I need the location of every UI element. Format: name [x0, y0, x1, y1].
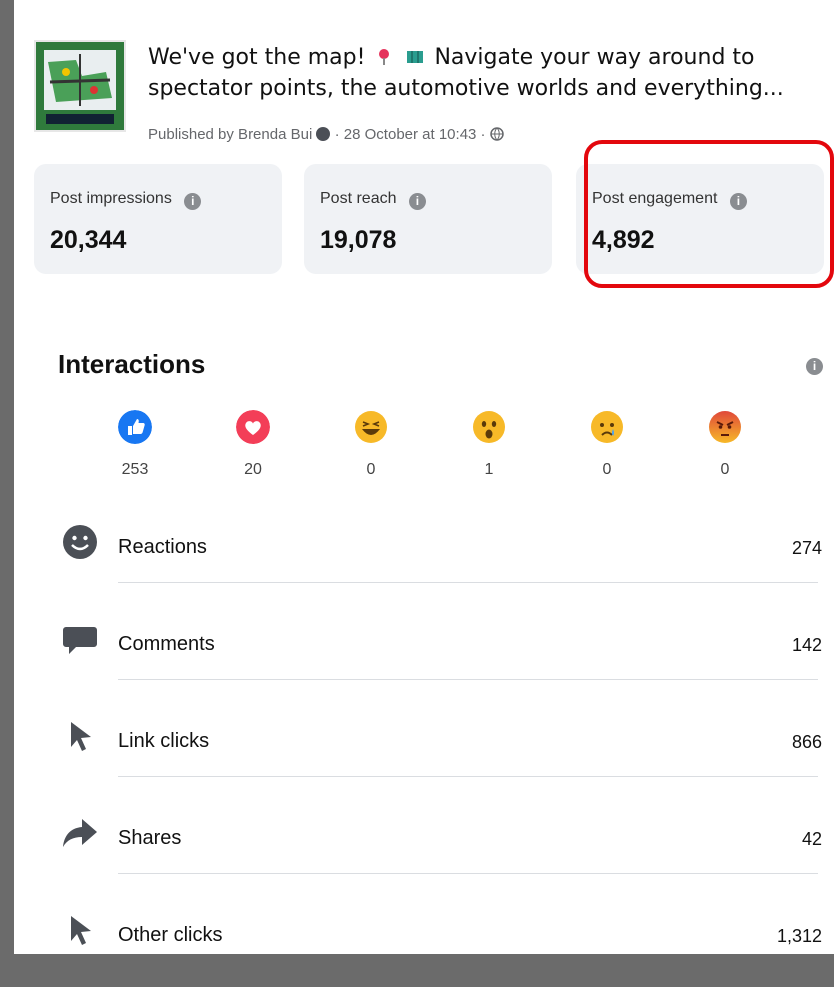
wow-icon [473, 411, 505, 443]
reaction-sad: 0 [572, 410, 642, 479]
globe-icon [489, 127, 504, 141]
post-title-line1-rest: Navigate your way around to [434, 45, 755, 70]
row-value: 42 [801, 829, 822, 849]
row-value: 142 [791, 635, 822, 655]
post-title-line2: spectator points, the automotive worlds … [148, 76, 784, 101]
reaction-count: 20 [244, 461, 262, 478]
post-meta: Published by Brenda Bui · 28 October at … [148, 126, 504, 143]
metric-reach[interactable]: Post reach i 19,078 [304, 164, 552, 274]
angry-icon [709, 411, 741, 443]
row-label: Link clicks [118, 730, 210, 752]
reaction-wow: 1 [454, 410, 524, 479]
row-value: 1,312 [776, 926, 822, 946]
reaction-count: 0 [366, 461, 376, 478]
metric-impressions-value: 20,344 [50, 226, 127, 254]
reaction-count: 253 [121, 461, 149, 478]
row-label: Comments [118, 633, 215, 655]
row-shares[interactable]: Shares 42 [62, 793, 822, 890]
post-title-line1: We've got the map! [148, 45, 366, 70]
like-icon [118, 410, 152, 444]
comment-icon [63, 627, 97, 654]
sad-icon [591, 411, 623, 443]
row-label: Shares [118, 827, 182, 849]
share-icon [63, 819, 97, 847]
metric-label: Post reach [320, 190, 397, 207]
divider [118, 873, 818, 874]
reaction-like: 253 [100, 410, 170, 479]
row-comments[interactable]: Comments 142 [62, 599, 822, 696]
metric-impressions-label: Post impressions i [50, 190, 202, 210]
divider [118, 776, 818, 777]
row-value: 274 [791, 538, 822, 558]
reaction-count: 0 [602, 461, 612, 478]
post-insights-panel: We've got the map! Navigate your way aro… [14, 0, 834, 954]
metric-reach-value: 19,078 [320, 226, 397, 254]
divider [118, 582, 818, 583]
smiley-icon [63, 525, 97, 559]
interactions-info-icon[interactable]: i [806, 358, 823, 375]
map-icon [407, 51, 424, 63]
metric-reach-label: Post reach i [320, 190, 426, 210]
love-icon [236, 410, 270, 444]
row-label: Other clicks [118, 924, 223, 946]
metric-label: Post impressions [50, 190, 172, 207]
divider [118, 679, 818, 680]
cursor-icon [71, 916, 91, 945]
metric-impressions[interactable]: Post impressions i 20,344 [34, 164, 282, 274]
post-date: · 28 October at 10:43 · [334, 126, 486, 143]
row-other-clicks[interactable]: Other clicks 1,312 [62, 890, 822, 987]
reaction-love: 20 [218, 410, 288, 479]
post-thumbnail[interactable] [34, 40, 126, 132]
info-icon[interactable]: i [408, 193, 426, 210]
reaction-haha: 0 [336, 410, 406, 479]
published-by[interactable]: Published by Brenda Bui [148, 126, 312, 143]
row-value: 866 [791, 732, 822, 752]
post-title[interactable]: We've got the map! Navigate your way aro… [148, 42, 834, 104]
cursor-icon [71, 722, 91, 751]
reaction-breakdown: 253 20 0 1 0 0 [114, 410, 804, 490]
info-icon[interactable]: i [184, 193, 202, 210]
interaction-rows: Reactions 274 Comments 142 Link clicks 8… [62, 502, 822, 987]
pushpin-icon [379, 49, 390, 65]
reaction-count: 0 [720, 461, 730, 478]
engagement-highlight-box [584, 140, 834, 288]
row-reactions[interactable]: Reactions 274 [62, 502, 822, 599]
row-label: Reactions [118, 536, 207, 558]
haha-icon [355, 411, 387, 443]
reaction-angry: 0 [690, 410, 760, 479]
reaction-count: 1 [484, 461, 494, 478]
row-link-clicks[interactable]: Link clicks 866 [62, 696, 822, 793]
business-suite-icon [316, 127, 331, 141]
interactions-heading: Interactions [58, 349, 206, 379]
